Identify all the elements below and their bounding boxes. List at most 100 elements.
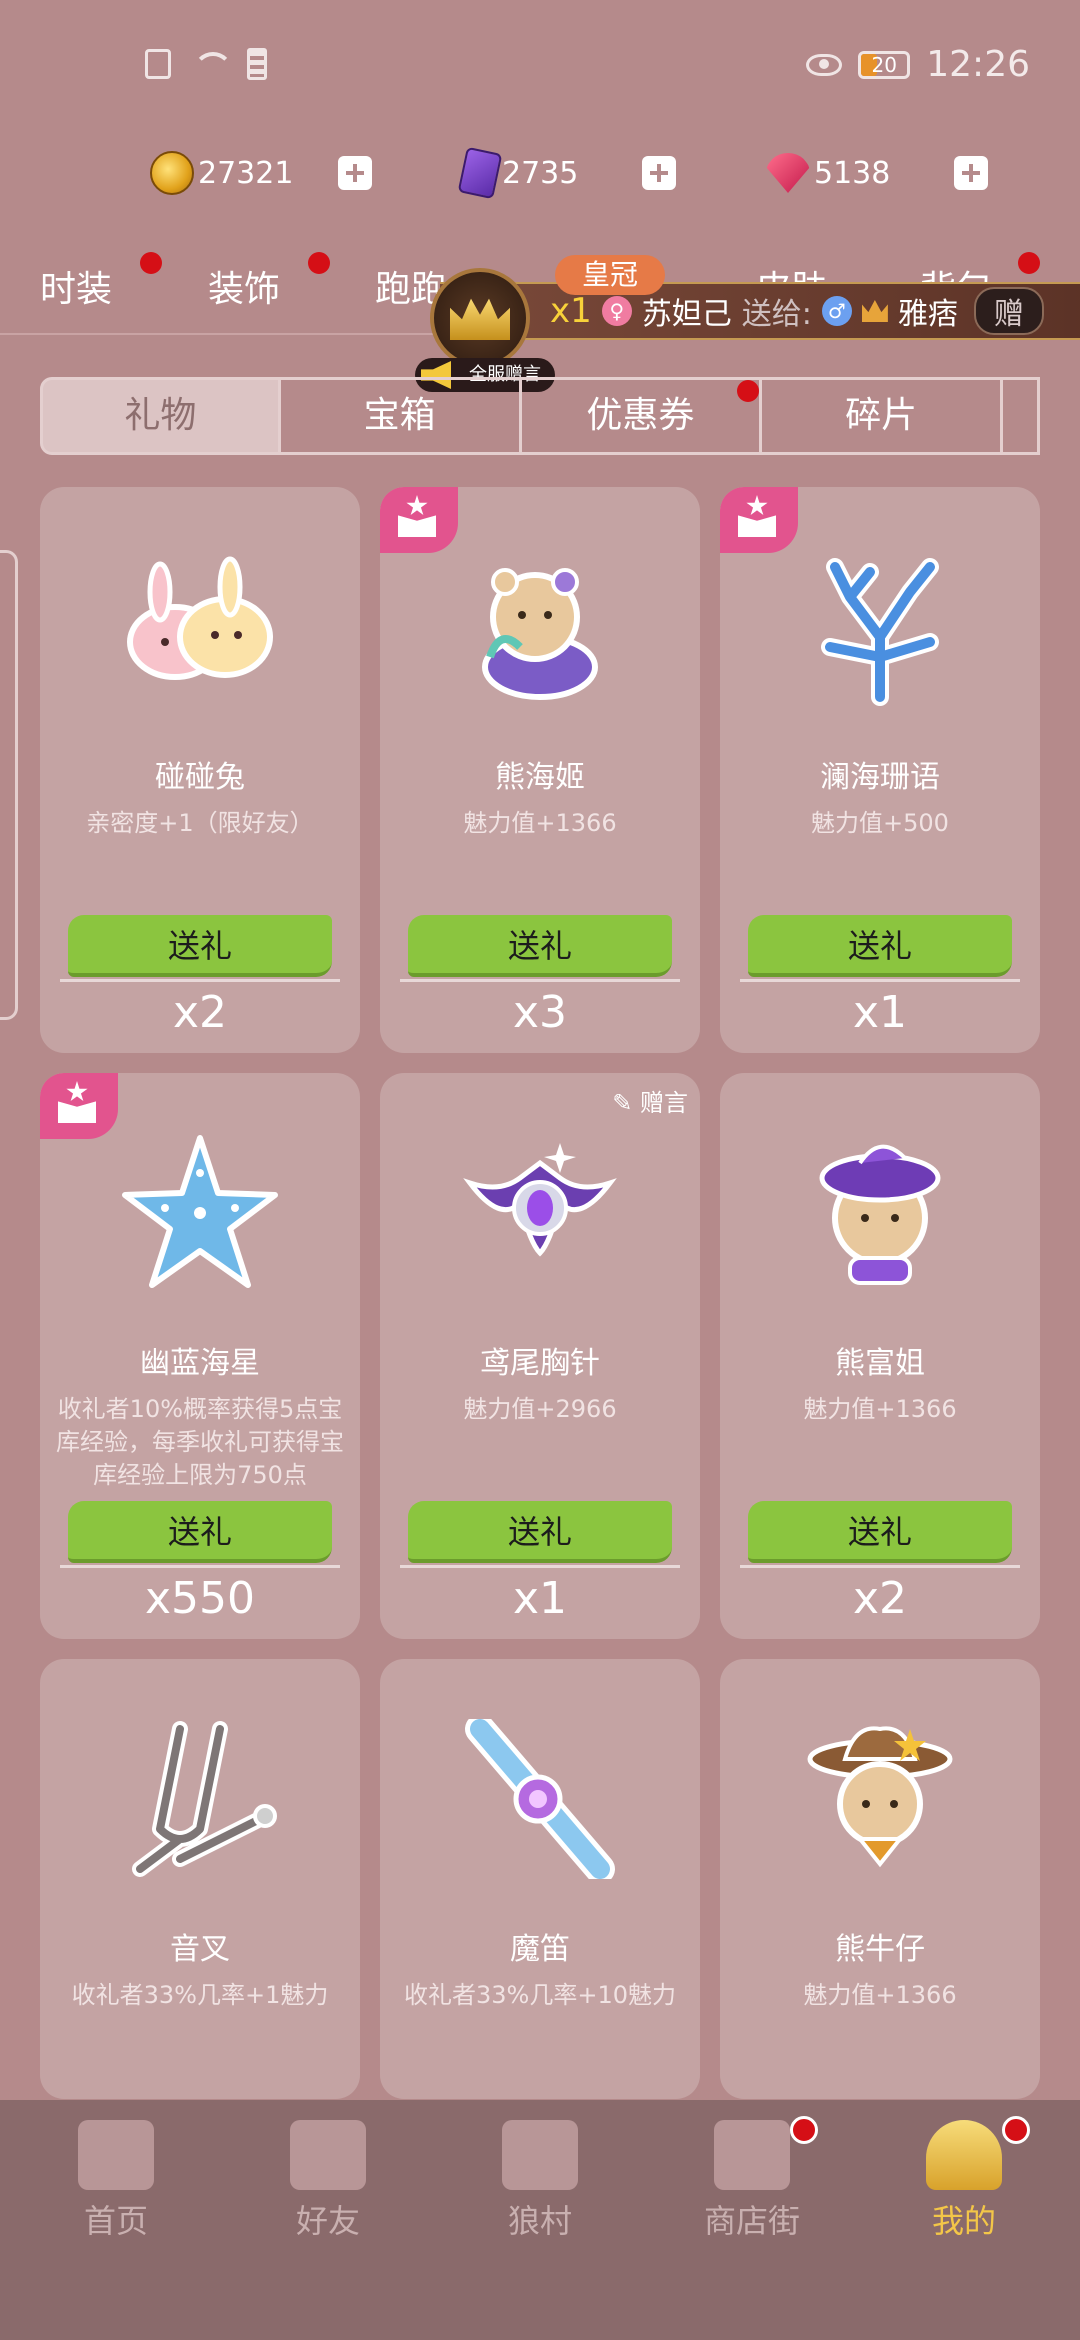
gift-card[interactable]: 熊海姬 魅力值+1366 送礼 x3 xyxy=(380,487,700,1053)
tab-decoration[interactable]: 装饰 xyxy=(208,260,280,312)
gift-card[interactable]: 碰碰兔 亲密度+1（限好友） 送礼 x2 xyxy=(40,487,360,1053)
subtab-chest[interactable]: 宝箱 xyxy=(280,377,522,455)
add-card-button[interactable] xyxy=(642,156,676,190)
status-bar: 20 12:26 xyxy=(0,0,1080,130)
gift-broadcast-banner[interactable]: x1 ♀ 苏妲己 送给: ♂ 雅痞 赠 xyxy=(440,282,1080,340)
gift-count: x2 xyxy=(852,1573,908,1624)
gift-count: x1 xyxy=(512,1573,568,1624)
banner-gift-button[interactable]: 赠 xyxy=(973,287,1044,335)
starfish-icon xyxy=(122,1135,278,1288)
nav-village[interactable]: 狼村 xyxy=(460,2120,620,2242)
send-gift-button[interactable]: 送礼 xyxy=(748,1501,1012,1563)
nav-friends-label: 好友 xyxy=(295,2202,360,2240)
storage-icon xyxy=(247,48,267,80)
currency-card: 2735 xyxy=(457,146,676,200)
nav-home-label: 首页 xyxy=(83,2202,148,2240)
nav-friends[interactable]: 好友 xyxy=(248,2120,408,2242)
nav-mine-label: 我的 xyxy=(931,2202,996,2240)
divider xyxy=(740,1565,1020,1568)
gift-name: 音叉 xyxy=(170,1932,230,1967)
status-right-icons: 20 12:26 xyxy=(806,44,1030,85)
currency-gem: 5138 xyxy=(766,153,988,193)
gift-desc: 收礼者33%几率+10魅力 xyxy=(404,1981,676,2009)
gift-card[interactable]: 熊富姐 魅力值+1366 送礼 x2 xyxy=(720,1073,1040,1639)
red-gem-icon xyxy=(766,153,810,193)
subtab-coupon-label: 优惠券 xyxy=(586,395,695,436)
divider xyxy=(400,979,680,982)
message-label: 赠言 xyxy=(640,1089,688,1117)
bottom-navigation: 首页 好友 狼村 商店街 我的 xyxy=(0,2100,1080,2340)
gift-desc: 魅力值+1366 xyxy=(463,809,617,837)
battery-level: 20 xyxy=(871,52,897,77)
clock: 12:26 xyxy=(926,44,1030,85)
tab-backpack-red-dot xyxy=(1018,252,1040,274)
currency-gold: 27321 xyxy=(150,151,372,195)
gift-card[interactable]: ✎ 赠言 鸢尾胸针 魅力值+2966 送礼 x1 xyxy=(380,1073,700,1639)
gift-name: 熊海姬 xyxy=(495,760,585,795)
subtab-fragment[interactable]: 碎片 xyxy=(762,377,1004,455)
subtab-more[interactable] xyxy=(1003,377,1041,455)
gift-name: 熊富姐 xyxy=(835,1346,925,1381)
gift-card[interactable]: 音叉 收礼者33%几率+1魅力 xyxy=(40,1659,360,2099)
gift-name: 鸢尾胸针 xyxy=(480,1346,600,1381)
gift-card[interactable]: 澜海珊语 魅力值+500 送礼 x1 xyxy=(720,487,1040,1053)
divider xyxy=(740,979,1020,982)
tab-fashion[interactable]: 时装 xyxy=(40,260,112,312)
wifi-icon xyxy=(189,50,233,78)
gift-card[interactable]: 幽蓝海星 收礼者10%概率获得5点宝库经验，每季收礼可获得宝库经验上限为750点… xyxy=(40,1073,360,1639)
banner-send-to: 送给: xyxy=(741,297,812,332)
cowboy-bear-icon xyxy=(807,1726,953,1868)
currency-row: 27321 2735 5138 xyxy=(150,146,1078,200)
nav-shop-label: 商店街 xyxy=(703,2202,800,2240)
eye-comfort-icon xyxy=(806,53,843,76)
gift-desc: 魅力值+1366 xyxy=(803,1395,957,1423)
nav-mine[interactable]: 我的 xyxy=(884,2116,1044,2242)
male-icon: ♂ xyxy=(821,296,852,326)
nav-village-label: 狼村 xyxy=(507,2202,572,2240)
battery-icon: 20 xyxy=(858,50,911,79)
divider xyxy=(60,1565,340,1568)
send-gift-button[interactable]: 送礼 xyxy=(748,915,1012,977)
gift-desc: 收礼者33%几率+1魅力 xyxy=(71,1981,329,2009)
purple-card-icon xyxy=(457,146,503,200)
shop-red-dot xyxy=(790,2116,818,2144)
gift-card[interactable]: 魔笛 收礼者33%几率+10魅力 xyxy=(380,1659,700,2099)
add-gem-button[interactable] xyxy=(954,156,988,190)
gift-count: x3 xyxy=(512,987,568,1038)
crown-icon xyxy=(430,268,530,368)
gift-name: 碰碰兔 xyxy=(155,760,245,795)
subtab-gift[interactable]: 礼物 xyxy=(40,377,281,455)
gift-desc: 魅力值+2966 xyxy=(463,1395,617,1423)
side-drawer-handle[interactable] xyxy=(0,550,18,1020)
send-gift-button[interactable]: 送礼 xyxy=(68,915,332,977)
send-gift-button[interactable]: 送礼 xyxy=(68,1501,332,1563)
sub-tabs: 礼物 宝箱 优惠券 碎片 xyxy=(40,377,1041,455)
send-gift-button[interactable]: 送礼 xyxy=(408,915,672,977)
gift-desc: 魅力值+1366 xyxy=(803,1981,957,2009)
notification-icon xyxy=(145,49,171,79)
crown-tag: 皇冠 xyxy=(555,255,665,295)
nav-shop-street[interactable]: 商店街 xyxy=(672,2116,832,2242)
gift-desc: 魅力值+500 xyxy=(811,809,949,837)
gift-count: x1 xyxy=(852,987,908,1038)
gift-card[interactable]: 熊牛仔 魅力值+1366 xyxy=(720,1659,1040,2099)
send-gift-button[interactable]: 送礼 xyxy=(408,1501,672,1563)
friends-icon xyxy=(290,2120,366,2190)
tab-decoration-red-dot xyxy=(308,252,330,274)
gift-count: x2 xyxy=(172,987,228,1038)
coupon-red-dot xyxy=(737,380,760,402)
subtab-coupon[interactable]: 优惠券 xyxy=(521,377,763,455)
shop-icon xyxy=(714,2120,790,2190)
add-gold-button[interactable] xyxy=(338,156,372,190)
gold-coin-icon xyxy=(150,151,194,195)
home-icon xyxy=(78,2120,154,2190)
divider xyxy=(400,1565,680,1568)
gold-value: 27321 xyxy=(198,155,294,191)
gem-value: 5138 xyxy=(814,155,891,191)
gift-desc: 收礼者10%概率获得5点宝库经验，每季收礼可获得宝库经验上限为750点 xyxy=(56,1395,344,1489)
rich-bear-icon xyxy=(819,1144,941,1285)
bunny-pair-icon xyxy=(127,556,273,680)
divider xyxy=(60,979,340,982)
nav-home[interactable]: 首页 xyxy=(36,2120,196,2242)
message-button[interactable]: ✎ 赠言 xyxy=(612,1083,688,1118)
